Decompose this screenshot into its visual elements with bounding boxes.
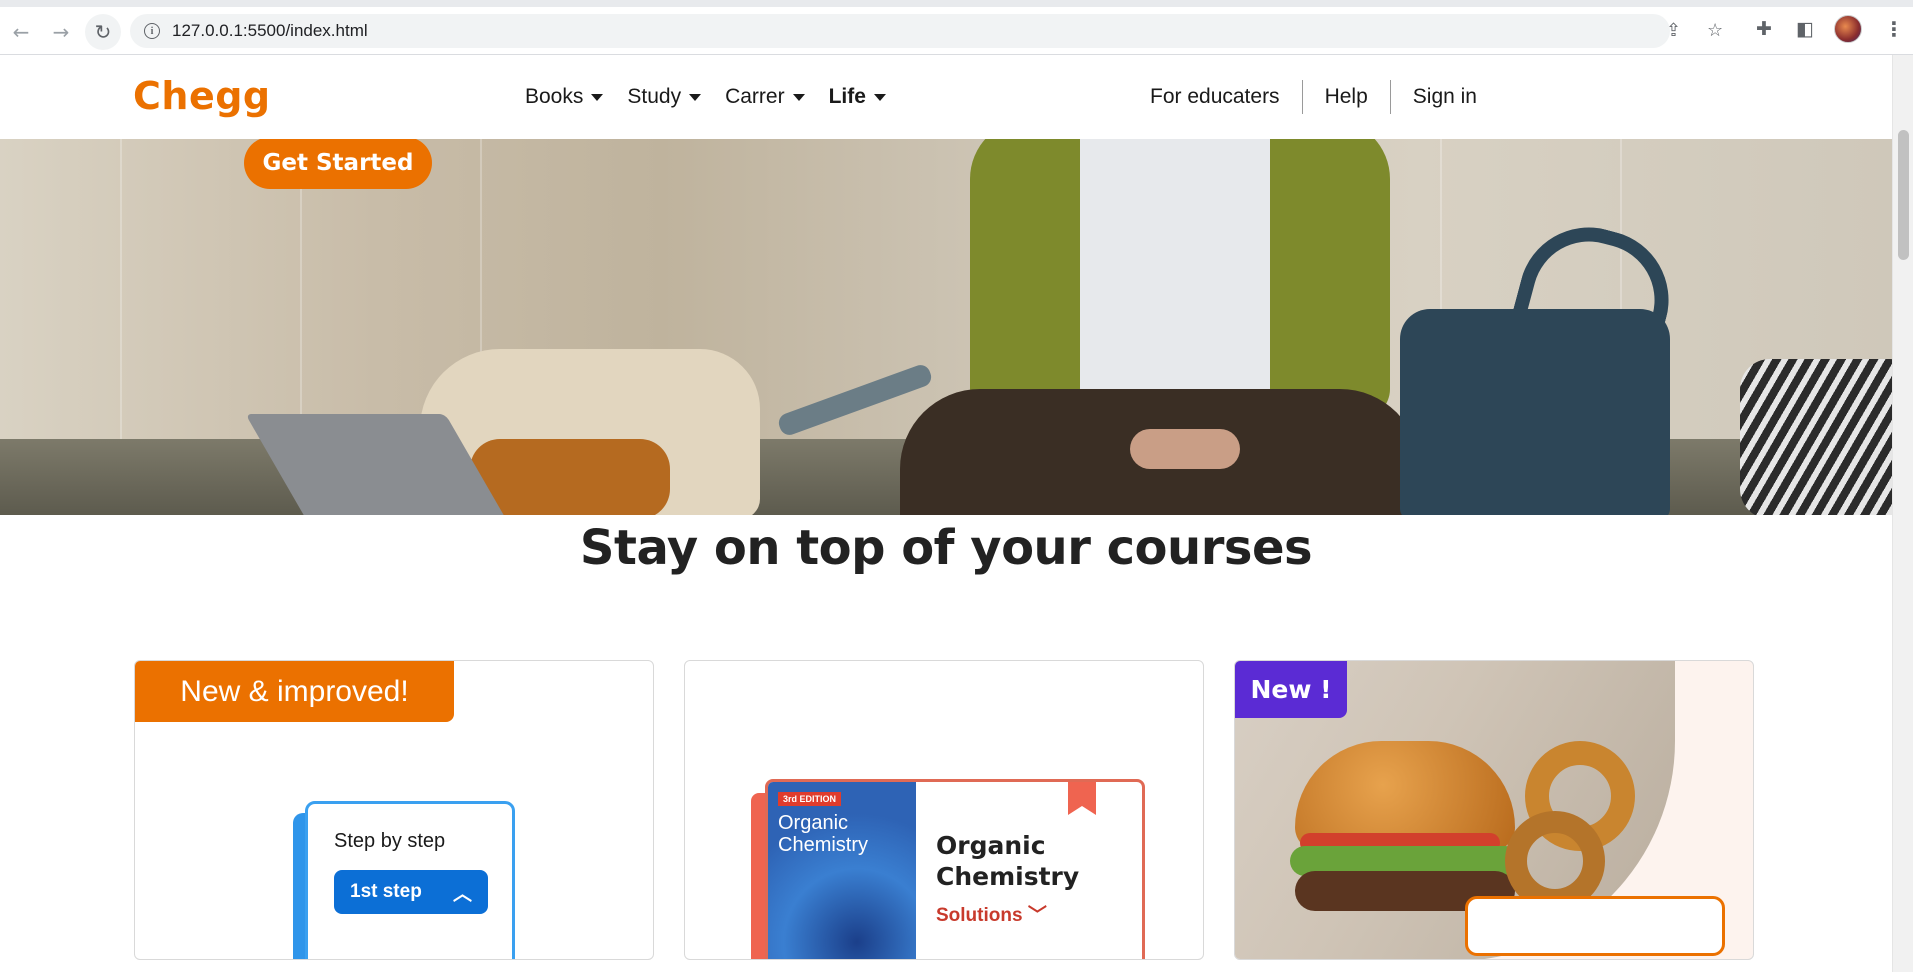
course-card-step-by-step[interactable]: New & improved! Step by step 1st step ︿ bbox=[134, 660, 654, 960]
info-icon[interactable]: i bbox=[144, 23, 160, 39]
main-nav: Books Study Carrer Life bbox=[525, 85, 886, 109]
hero-shirt bbox=[1080, 139, 1270, 419]
scrollbar-thumb[interactable] bbox=[1898, 130, 1909, 260]
solutions-label: Solutions bbox=[936, 905, 1023, 926]
caret-down-icon bbox=[873, 93, 886, 101]
hero-tote-bag bbox=[1400, 309, 1670, 515]
course-card-textbook-solutions[interactable]: 3rd EDITION Organic Chemistry Organic Ch… bbox=[684, 660, 1204, 960]
nav-study[interactable]: Study bbox=[627, 85, 702, 109]
caret-down-icon bbox=[591, 93, 604, 101]
nav-carrer-label: Carrer bbox=[725, 85, 785, 108]
nav-books-label: Books bbox=[525, 85, 584, 108]
textbook-preview: 3rd EDITION Organic Chemistry Organic Ch… bbox=[765, 779, 1145, 959]
hero-orange-bag bbox=[470, 439, 670, 515]
sign-in-link[interactable]: Sign in bbox=[1391, 85, 1499, 109]
first-step-button[interactable]: 1st step ︿ bbox=[334, 870, 488, 914]
new-badge: New ! bbox=[1235, 661, 1347, 718]
caret-down-icon bbox=[689, 93, 702, 101]
page-scrollbar[interactable] bbox=[1892, 55, 1913, 972]
back-arrow-icon[interactable]: ← bbox=[6, 17, 36, 47]
chevron-up-icon: ︿ bbox=[452, 883, 472, 905]
extensions-icon[interactable]: ✚ bbox=[1756, 18, 1772, 40]
profile-avatar[interactable] bbox=[1834, 15, 1862, 43]
feature-callout bbox=[1465, 896, 1725, 956]
menu-icon[interactable]: ⋮ bbox=[1884, 17, 1904, 41]
for-educaters-link[interactable]: For educaters bbox=[1150, 85, 1302, 109]
chegg-logo[interactable]: Chegg bbox=[133, 74, 271, 118]
cover-title: Organic Chemistry bbox=[778, 812, 869, 856]
url-text[interactable]: 127.0.0.1:5500/index.html bbox=[172, 21, 368, 41]
book-title-line: Chemistry bbox=[936, 862, 1080, 891]
nav-life[interactable]: Life bbox=[829, 85, 886, 109]
first-step-label: 1st step bbox=[350, 881, 422, 902]
hero-pillow bbox=[1740, 359, 1892, 515]
share-icon[interactable]: ⇪ bbox=[1666, 20, 1681, 41]
section-title: Stay on top of your courses bbox=[579, 520, 1313, 576]
chevron-down-icon: ﹀ bbox=[1027, 905, 1047, 926]
solutions-dropdown[interactable]: Solutions ﹀ bbox=[936, 900, 1047, 927]
book-title: Organic Chemistry bbox=[936, 830, 1079, 892]
browser-toolbar: ← → ↻ i 127.0.0.1:5500/index.html ⇪ ☆ ✚ … bbox=[0, 0, 1913, 55]
nav-books[interactable]: Books bbox=[525, 85, 604, 109]
star-icon[interactable]: ☆ bbox=[1707, 20, 1723, 41]
utility-nav: For educaters Help Sign in bbox=[1150, 80, 1499, 114]
bookmark-icon bbox=[1068, 782, 1096, 815]
course-card-new-feature[interactable]: New ! bbox=[1234, 660, 1754, 960]
tab-strip bbox=[0, 0, 1913, 7]
hero-banner: Get Started bbox=[0, 139, 1892, 515]
page-viewport: Chegg Books Study Carrer Life For educat… bbox=[0, 55, 1892, 972]
step-by-step-preview: Step by step 1st step ︿ bbox=[305, 801, 515, 959]
hero-phone bbox=[776, 362, 934, 438]
side-panel-icon[interactable]: ◧ bbox=[1796, 18, 1814, 40]
nav-carrer[interactable]: Carrer bbox=[725, 85, 805, 109]
address-bar[interactable]: i 127.0.0.1:5500/index.html bbox=[130, 14, 1670, 48]
reload-icon[interactable]: ↻ bbox=[85, 14, 121, 50]
book-title-line: Organic bbox=[936, 831, 1046, 860]
forward-arrow-icon[interactable]: → bbox=[46, 17, 76, 47]
edition-badge: 3rd EDITION bbox=[778, 792, 842, 806]
caret-down-icon bbox=[792, 93, 805, 101]
hero-hand bbox=[1130, 429, 1240, 469]
help-link[interactable]: Help bbox=[1303, 85, 1390, 109]
site-header: Chegg Books Study Carrer Life For educat… bbox=[0, 55, 1892, 139]
step-title: Step by step bbox=[334, 830, 446, 852]
new-improved-badge: New & improved! bbox=[135, 661, 454, 722]
nav-life-label: Life bbox=[828, 85, 866, 108]
get-started-button[interactable]: Get Started bbox=[244, 139, 432, 189]
book-cover-image: 3rd EDITION Organic Chemistry bbox=[768, 782, 916, 959]
nav-study-label: Study bbox=[627, 85, 682, 108]
